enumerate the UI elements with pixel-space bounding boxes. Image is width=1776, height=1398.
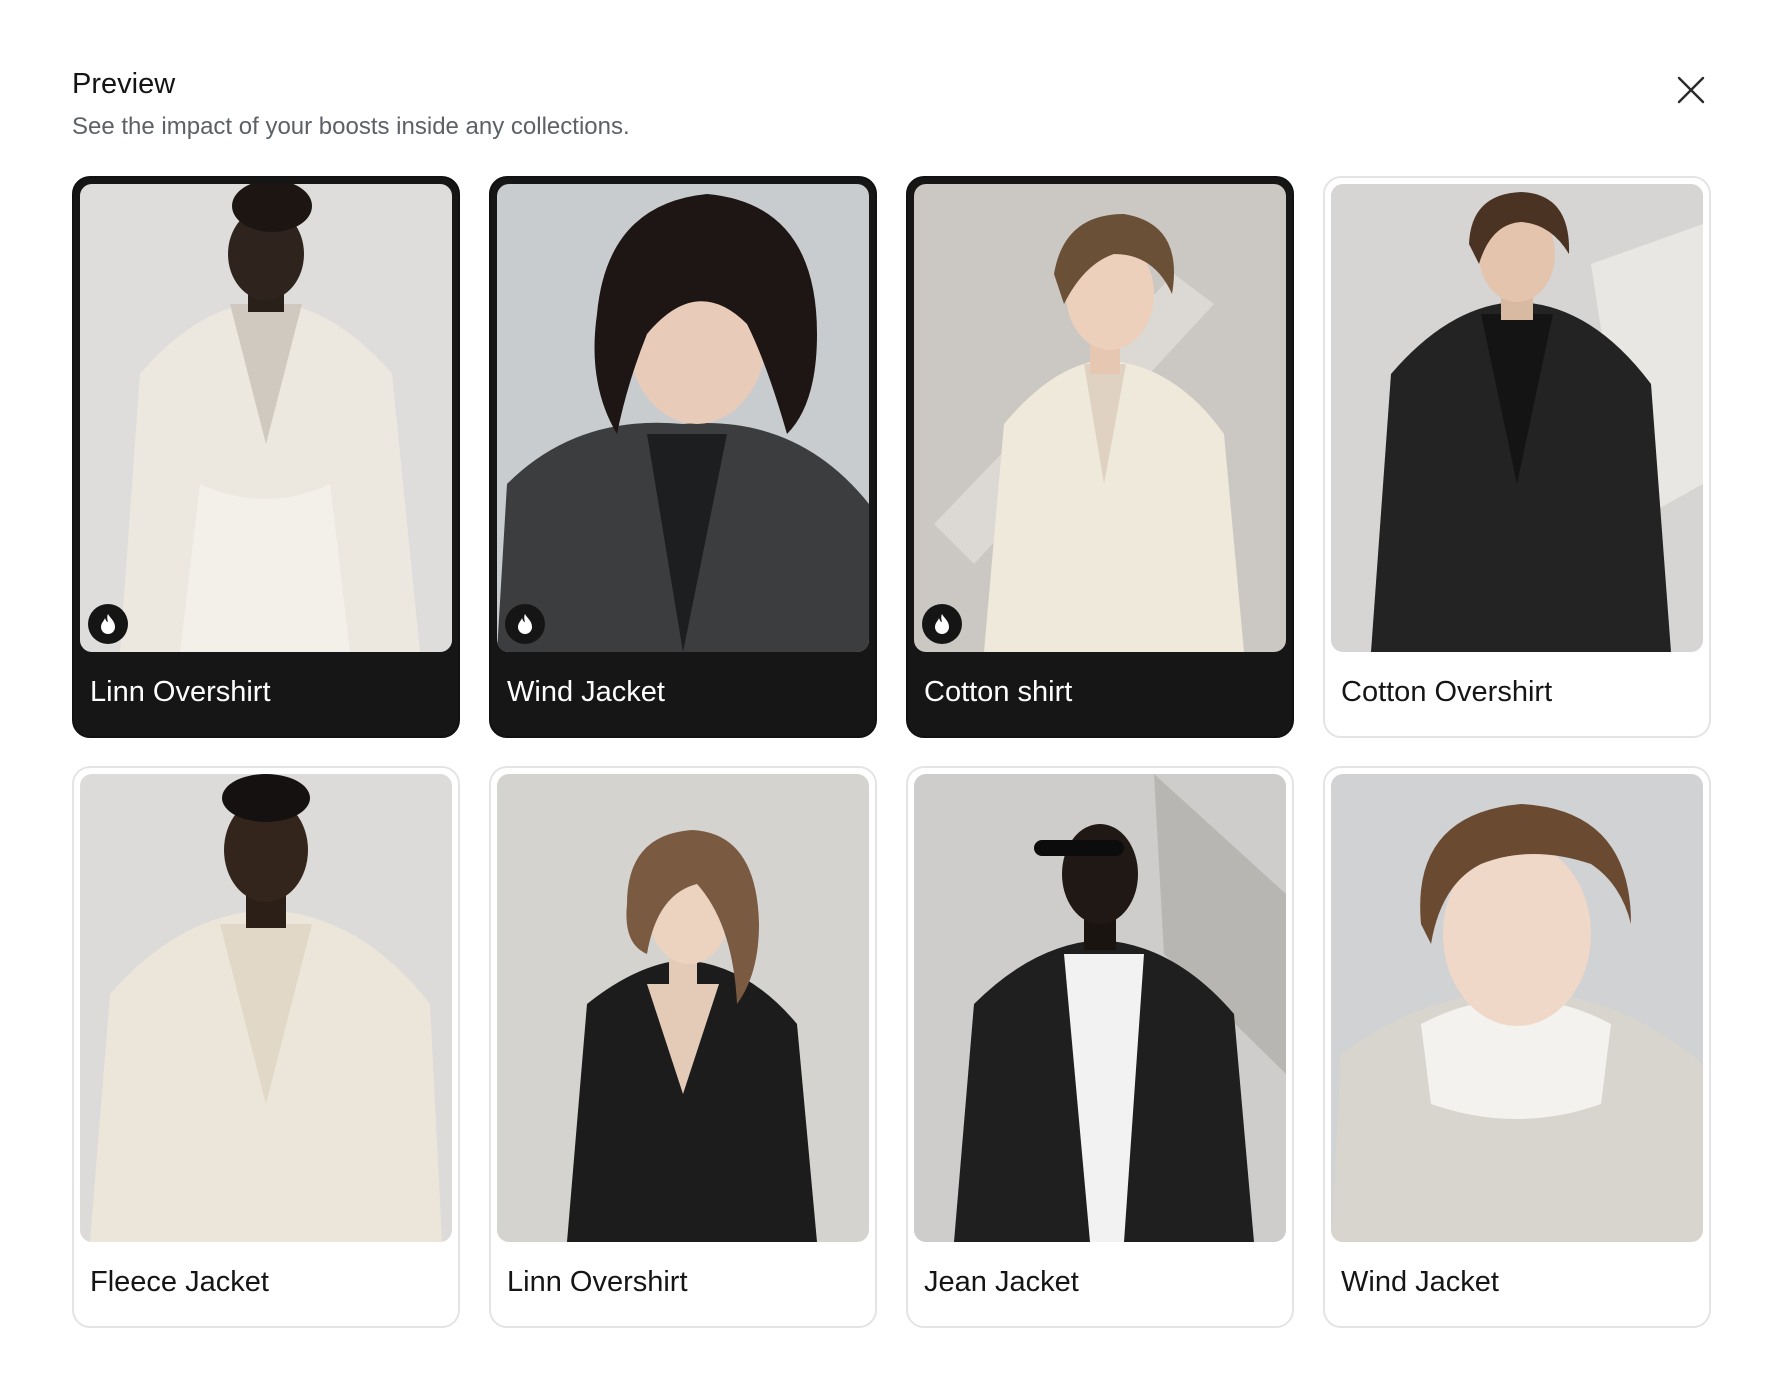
product-card[interactable]: Wind Jacket xyxy=(1323,766,1711,1328)
product-card[interactable]: Cotton shirt xyxy=(906,176,1294,738)
product-image xyxy=(497,184,869,652)
product-card[interactable]: Linn Overshirt xyxy=(72,176,460,738)
product-card[interactable]: Linn Overshirt xyxy=(489,766,877,1328)
product-image xyxy=(1331,184,1703,652)
product-image xyxy=(914,184,1286,652)
product-grid: Linn Overshirt Wind Jacket Cotton shirt … xyxy=(72,176,1712,1328)
product-name: Jean Jacket xyxy=(924,1266,1079,1298)
product-name: Cotton shirt xyxy=(924,676,1073,708)
product-name: Linn Overshirt xyxy=(507,1266,688,1298)
product-name: Cotton Overshirt xyxy=(1341,676,1553,708)
product-card[interactable]: Jean Jacket xyxy=(906,766,1294,1328)
preview-modal: Preview See the impact of your boosts in… xyxy=(0,0,1776,1398)
boost-badge xyxy=(922,604,962,644)
close-icon xyxy=(1677,76,1705,104)
product-image xyxy=(80,774,452,1242)
product-name: Fleece Jacket xyxy=(90,1266,269,1298)
modal-title: Preview xyxy=(72,68,176,100)
product-name: Wind Jacket xyxy=(507,676,665,708)
product-name: Linn Overshirt xyxy=(90,676,271,708)
flame-icon xyxy=(518,614,532,634)
modal-subtitle: See the impact of your boosts inside any… xyxy=(72,113,630,140)
product-card[interactable]: Fleece Jacket xyxy=(72,766,460,1328)
product-image xyxy=(497,774,869,1242)
product-image xyxy=(80,184,452,652)
product-card[interactable]: Cotton Overshirt xyxy=(1323,176,1711,738)
product-name: Wind Jacket xyxy=(1341,1266,1499,1298)
flame-icon xyxy=(935,614,949,634)
product-image xyxy=(1331,774,1703,1242)
close-button[interactable] xyxy=(1671,70,1711,110)
boost-badge xyxy=(505,604,545,644)
flame-icon xyxy=(101,614,115,634)
boost-badge xyxy=(88,604,128,644)
product-image xyxy=(914,774,1286,1242)
product-card[interactable]: Wind Jacket xyxy=(489,176,877,738)
modal-header: Preview See the impact of your boosts in… xyxy=(72,64,630,144)
